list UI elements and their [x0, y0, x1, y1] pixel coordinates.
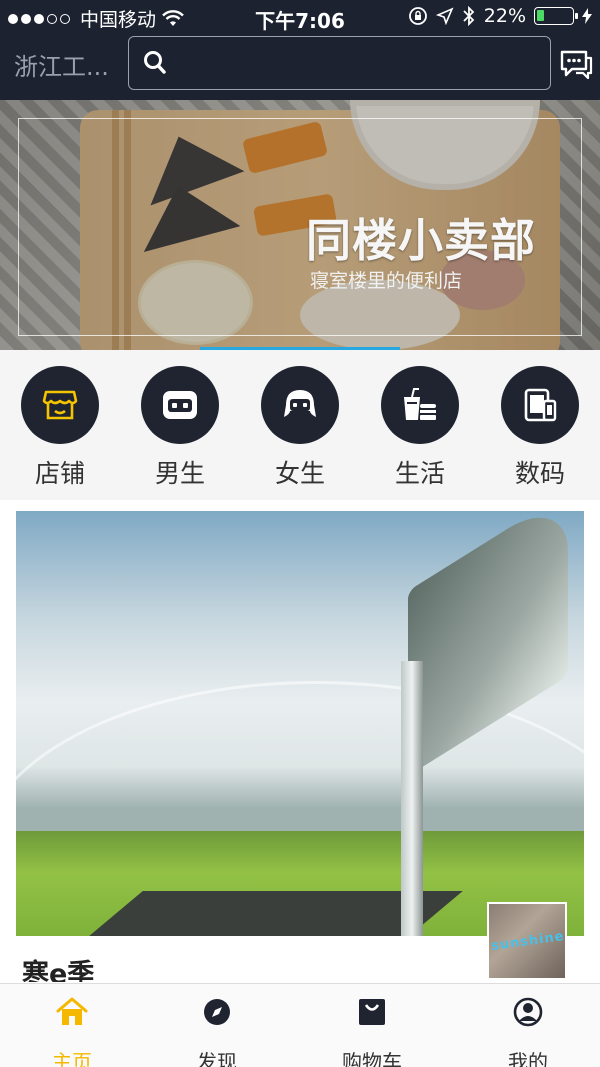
thumb-text: sunshine: [490, 928, 566, 955]
tab-cart[interactable]: 购物车: [312, 994, 432, 1067]
tab-label: 购物车: [342, 1050, 402, 1067]
category-label: 店铺: [34, 459, 85, 488]
category-digital[interactable]: 数码: [490, 366, 590, 490]
search-input[interactable]: [177, 45, 537, 81]
bag-icon: [359, 999, 385, 1025]
boy-icon: [163, 391, 197, 419]
feed-card[interactable]: sunshine 寒e季: [0, 500, 600, 985]
life-icon: [404, 388, 436, 420]
girl-icon: [284, 390, 316, 417]
battery-percent: 22%: [483, 5, 526, 27]
category-label: 女生: [274, 459, 325, 488]
charging-icon: [582, 8, 592, 24]
search-box[interactable]: [128, 36, 551, 90]
feed-photo[interactable]: [16, 511, 584, 936]
location-icon: [435, 7, 454, 25]
category-label: 男生: [154, 459, 205, 488]
category-label: 生活: [394, 459, 445, 488]
status-bar: 中国移动 下午7:06 22%: [0, 0, 600, 34]
rotation-lock-icon: [408, 7, 427, 25]
compass-icon: [204, 999, 230, 1025]
tab-home[interactable]: 主页: [12, 994, 132, 1067]
digital-icon: [524, 388, 557, 422]
tab-label: 我的: [508, 1050, 548, 1067]
category-store[interactable]: 店铺: [10, 366, 110, 490]
category-girl[interactable]: 女生: [250, 366, 350, 490]
promo-banner[interactable]: 同楼小卖部 寝室楼里的便利店: [0, 100, 600, 350]
tab-mine[interactable]: 我的: [468, 994, 588, 1067]
user-icon: [513, 997, 543, 1027]
bottom-tab-bar: 主页 发现 购物车 我的: [0, 983, 600, 1067]
tab-label: 发现: [197, 1050, 237, 1067]
avatar[interactable]: sunshine: [487, 902, 567, 980]
category-life[interactable]: 生活: [370, 366, 470, 490]
battery-icon: [534, 7, 578, 25]
header-bar: 中国移动 下午7:06 22% 浙江工...: [0, 0, 600, 100]
category-row: 店铺 男生 女生 生活 数码: [0, 350, 600, 500]
category-label: 数码: [514, 459, 565, 488]
bluetooth-icon: [463, 6, 475, 26]
chat-icon[interactable]: [558, 46, 594, 82]
feed-title: 寒e季: [22, 959, 95, 982]
banner-title: 同楼小卖部: [306, 214, 537, 267]
search-icon: [144, 51, 166, 74]
store-icon: [42, 390, 78, 420]
pole-image: [401, 661, 423, 936]
home-icon: [56, 997, 88, 1025]
tab-discover[interactable]: 发现: [157, 994, 277, 1067]
banner-subtitle: 寝室楼里的便利店: [310, 270, 463, 292]
category-boy[interactable]: 男生: [130, 366, 230, 490]
tab-label: 主页: [52, 1050, 92, 1067]
school-selector[interactable]: 浙江工...: [14, 47, 124, 82]
